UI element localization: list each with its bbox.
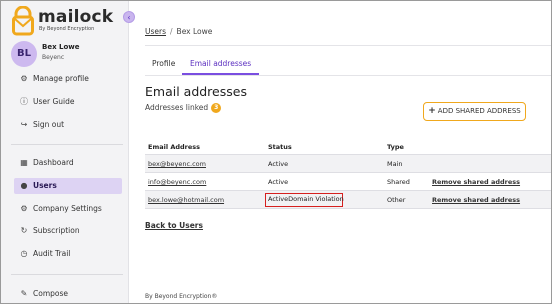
brand-tagline: By Beyond Encryption bbox=[39, 26, 95, 32]
dashboard-icon: ▦ bbox=[20, 158, 28, 167]
back-to-users-link[interactable]: Back to Users bbox=[145, 221, 203, 230]
sidebar-item-audit-trail[interactable]: ◷ Audit Trail bbox=[14, 246, 122, 262]
table-row: bex@beyenc.com Active Main bbox=[145, 155, 551, 173]
addresses-linked: Addresses linked 3 bbox=[145, 103, 222, 113]
chevron-left-icon: ‹ bbox=[127, 13, 131, 22]
status-cell: Active bbox=[268, 160, 289, 168]
sidebar-divider bbox=[11, 144, 123, 145]
sidebar-item-label: Sign out bbox=[33, 120, 65, 129]
header-email: Email Address bbox=[148, 143, 201, 151]
page-title: Email addresses bbox=[145, 84, 247, 99]
type-cell: Main bbox=[387, 160, 403, 168]
app-window: mailock By Beyond Encryption BL Bex Lowe… bbox=[0, 0, 552, 304]
email-link[interactable]: bex.lowe@hotmail.com bbox=[148, 191, 224, 209]
count-badge: 3 bbox=[211, 103, 222, 113]
table-header: Email Address Status Type bbox=[145, 139, 551, 155]
footer: By Beyond Encryption® bbox=[145, 293, 218, 300]
add-shared-address-label: ADD SHARED ADDRESS bbox=[437, 107, 521, 115]
compose-icon: ✎ bbox=[20, 289, 28, 298]
collapse-sidebar-button[interactable]: ‹ bbox=[123, 11, 135, 23]
remove-shared-address-link[interactable]: Remove shared address bbox=[432, 173, 520, 191]
sign-out-icon: ↪ bbox=[20, 120, 28, 129]
user-org: Beyenc bbox=[42, 54, 65, 61]
email-table: Email Address Status Type bex@beyenc.com… bbox=[145, 139, 551, 209]
status-cell-highlighted: ActiveDomain Violation bbox=[265, 193, 344, 207]
main-content: Users / Bex Lowe Profile Email addresses E… bbox=[130, 1, 551, 303]
table-row: info@beyenc.com Active Shared Remove sha… bbox=[145, 173, 551, 191]
sidebar-item-label: Company Settings bbox=[33, 204, 102, 213]
users-icon: ● bbox=[20, 181, 28, 190]
remove-shared-address-link[interactable]: Remove shared address bbox=[432, 191, 520, 209]
sidebar-item-subscription[interactable]: ↻ Subscription bbox=[14, 223, 122, 239]
sidebar-item-company-settings[interactable]: ⚙ Company Settings bbox=[14, 201, 122, 217]
sidebar-item-label: Subscription bbox=[33, 226, 80, 235]
breadcrumb-separator: / bbox=[170, 27, 173, 36]
status-cell: Active bbox=[268, 178, 289, 186]
clock-icon: ◷ bbox=[20, 249, 28, 258]
type-cell: Other bbox=[387, 196, 406, 204]
add-shared-address-button[interactable]: + ADD SHARED ADDRESS bbox=[423, 102, 526, 121]
type-cell: Shared bbox=[387, 178, 410, 186]
sidebar-item-label: Users bbox=[33, 181, 57, 190]
email-link[interactable]: info@beyenc.com bbox=[148, 173, 206, 191]
email-link[interactable]: bex@beyenc.com bbox=[148, 155, 206, 173]
question-circle-icon: ⓘ bbox=[20, 97, 28, 106]
sidebar-divider bbox=[11, 274, 123, 275]
logo[interactable]: mailock By Beyond Encryption bbox=[12, 6, 122, 36]
mailock-logo-icon bbox=[12, 6, 34, 36]
breadcrumb: Users / Bex Lowe bbox=[145, 27, 212, 36]
user-name: Bex Lowe bbox=[42, 43, 80, 51]
breadcrumb-current: Bex Lowe bbox=[176, 27, 213, 36]
sidebar-item-sign-out[interactable]: ↪ Sign out bbox=[14, 117, 122, 133]
brand-name: mailock bbox=[38, 7, 114, 27]
tab-profile[interactable]: Profile bbox=[152, 53, 175, 75]
gear-icon: ⚙ bbox=[20, 204, 28, 213]
breadcrumb-users-link[interactable]: Users bbox=[145, 27, 166, 36]
breadcrumb-divider bbox=[145, 45, 551, 46]
table-row: bex.lowe@hotmail.com ActiveDomain Violat… bbox=[145, 191, 551, 209]
refresh-icon: ↻ bbox=[20, 226, 28, 235]
addresses-linked-label: Addresses linked bbox=[145, 103, 209, 112]
sidebar: mailock By Beyond Encryption BL Bex Lowe… bbox=[1, 1, 129, 303]
tabs-divider bbox=[145, 75, 551, 76]
sidebar-item-label: Compose bbox=[33, 289, 69, 298]
sidebar-item-label: Manage profile bbox=[33, 74, 89, 83]
tab-email-addresses[interactable]: Email addresses bbox=[182, 53, 260, 75]
avatar: BL bbox=[11, 41, 37, 67]
sidebar-item-manage-profile[interactable]: ⚙ Manage profile bbox=[14, 71, 122, 87]
sidebar-item-label: Dashboard bbox=[33, 158, 74, 167]
sidebar-item-dashboard[interactable]: ▦ Dashboard bbox=[14, 155, 122, 171]
sidebar-item-compose[interactable]: ✎ Compose bbox=[14, 286, 122, 302]
user-gear-icon: ⚙ bbox=[20, 74, 28, 83]
plus-icon: + bbox=[428, 106, 436, 116]
sidebar-item-label: Audit Trail bbox=[33, 249, 71, 258]
user-block: BL Bex Lowe Beyenc bbox=[11, 41, 123, 67]
sidebar-item-user-guide[interactable]: ⓘ User Guide bbox=[14, 94, 122, 110]
sidebar-item-label: User Guide bbox=[33, 97, 75, 106]
header-type: Type bbox=[387, 143, 404, 151]
sidebar-item-users[interactable]: ● Users bbox=[14, 178, 122, 194]
header-status: Status bbox=[268, 143, 292, 151]
